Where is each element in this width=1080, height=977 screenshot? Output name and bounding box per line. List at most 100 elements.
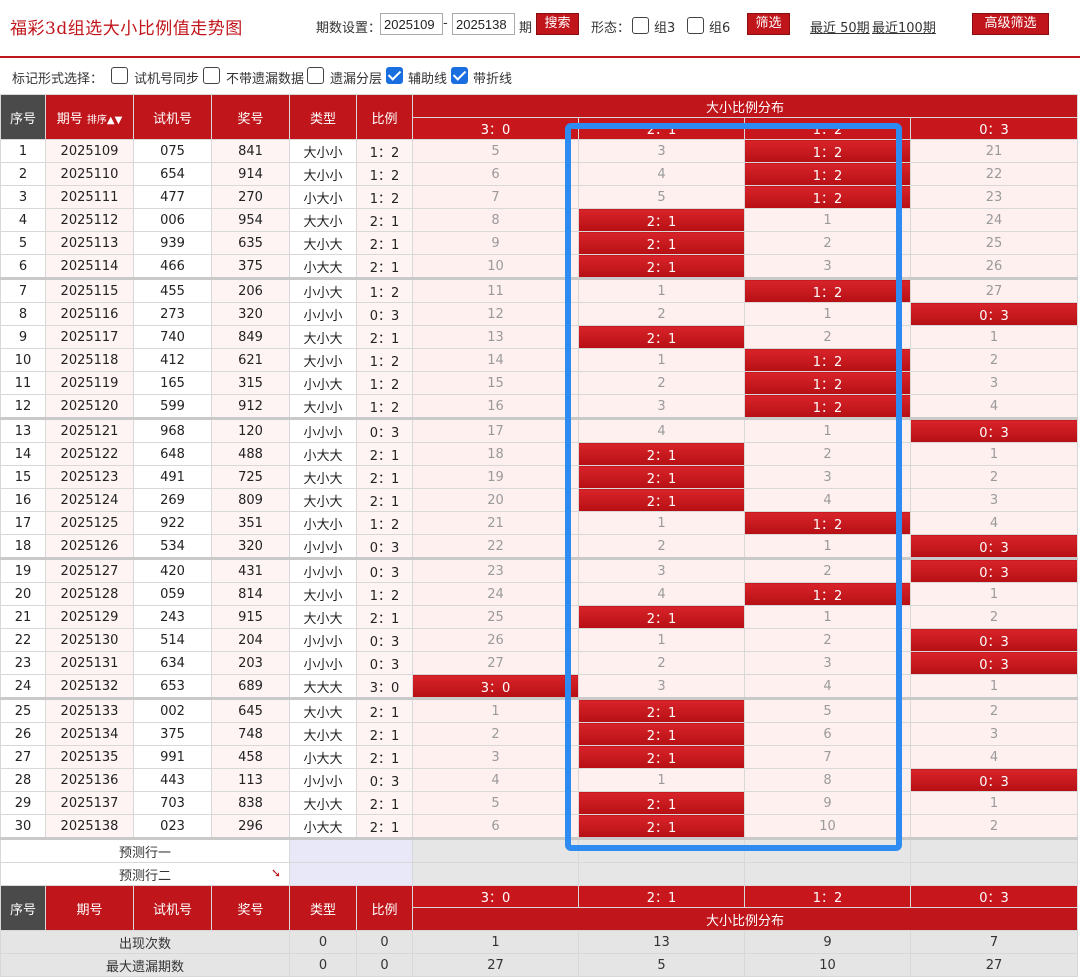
dist-miss-cell: 15 [412,371,579,395]
row-seq: 18 [0,534,46,559]
dist-miss-cell: 1 [578,768,745,792]
row-type: 大小大 [289,697,357,723]
predict-dist-cell[interactable] [412,862,579,886]
no-miss-data-checkbox[interactable] [203,67,220,84]
predict-row[interactable]: 预测行一 [0,837,1079,863]
miss-layer-checkbox[interactable] [307,67,324,84]
row-test-no: 653 [133,674,212,699]
table-row: 30 2025138 023 296 小大大 2：1 6 2：1 10 2 [0,814,1079,839]
predict-dist-cell[interactable] [412,837,579,863]
row-prize-no: 725 [211,465,290,489]
predict-dist-cell[interactable] [744,837,911,863]
row-prize-no: 315 [211,371,290,395]
row-seq: 14 [0,442,46,466]
predict-type-cell[interactable] [289,862,413,886]
predict-dist-cell[interactable] [578,837,745,863]
sort-arrows-icon[interactable]: 排序▲▼ [87,115,122,126]
row-prize-no: 431 [211,557,290,583]
row-test-no: 939 [133,231,212,255]
predict-dist-cell[interactable] [578,862,745,886]
dist-miss-cell: 3 [909,371,1079,395]
row-type: 大小大 [289,791,357,815]
dist-miss-cell: 2 [909,605,1079,629]
row-ratio: 0：3 [356,417,413,443]
stats-row: 最大遗漏期数 0 0 27 5 10 27 [0,953,1079,977]
predict-type-cell[interactable] [289,837,413,863]
row-test-no: 002 [133,697,212,723]
dist-miss-cell: 4 [909,511,1079,535]
row-seq: 26 [0,722,46,746]
dist-hit-cell: 0：3 [909,302,1079,326]
mark-options-label: 标记形式选择： [12,72,104,87]
dist-miss-cell: 11 [412,277,579,303]
period-start-input[interactable] [380,13,443,35]
row-period: 2025137 [45,791,134,815]
dist-hit-cell: 2：1 [578,254,745,279]
dist-miss-cell: 1 [412,697,579,723]
group6-checkbox[interactable] [687,17,704,34]
row-test-no: 654 [133,162,212,186]
row-prize-no: 635 [211,231,290,255]
stats-dist-cell: 5 [578,953,745,977]
predict-row-label: 预测行二 ➘ [0,862,290,886]
group3-checkbox[interactable] [632,17,649,34]
predict-row[interactable]: 预测行二 ➘ [0,862,1079,886]
row-seq: 20 [0,582,46,606]
recent-100-link[interactable]: 最近100期 [872,17,936,36]
period-end-input[interactable] [452,13,515,35]
stats-label: 最大遗漏期数 [0,953,290,977]
stats-dist-cell: 10 [744,953,911,977]
dist-miss-cell: 2 [578,371,745,395]
stats-dist-cell: 9 [744,930,911,954]
stats-dist-cell: 13 [578,930,745,954]
advanced-filter-button[interactable]: 高级筛选 [972,13,1049,35]
row-prize-no: 954 [211,208,290,232]
dist-miss-cell: 8 [744,768,911,792]
filter-button[interactable]: 筛选 [747,13,790,35]
search-button[interactable]: 搜索 [536,13,579,35]
arrow-down-icon[interactable]: ➘ [271,866,281,880]
row-seq: 9 [0,325,46,349]
dist-hit-cell: 0：3 [909,417,1079,443]
row-test-no: 599 [133,394,212,419]
row-seq: 11 [0,371,46,395]
row-prize-no: 113 [211,768,290,792]
dist-miss-cell: 3 [578,674,745,699]
dist-miss-cell: 3 [578,139,745,163]
no-miss-data-label: 不带遗漏数据 [226,72,305,87]
recent-50-link[interactable]: 最近 50期 [810,17,870,36]
test-sync-label: 试机号同步 [134,72,200,87]
row-seq: 4 [0,208,46,232]
dist-hit-cell: 2：1 [578,488,745,512]
row-prize-no: 270 [211,185,290,209]
row-test-no: 165 [133,371,212,395]
dist-miss-cell: 1 [744,417,911,443]
dist-miss-cell: 9 [744,791,911,815]
predict-dist-cell[interactable] [909,837,1079,863]
footer-dist-title: 大小比例分布 [411,907,1079,931]
predict-dist-cell[interactable] [744,862,911,886]
dist-miss-cell: 5 [744,697,911,723]
dist-miss-cell: 21 [412,511,579,535]
trend-table: 序号 期号 排序▲▼ 试机号 奖号 类型 比例 大小比例分布 3：0 2：1 1… [0,94,1079,977]
row-ratio: 2：1 [356,722,413,746]
header-seq: 序号 [0,94,46,140]
row-prize-no: 814 [211,582,290,606]
row-period: 2025123 [45,465,134,489]
dist-hit-cell: 2：1 [578,697,745,723]
row-period: 2025117 [45,325,134,349]
predict-dist-cell[interactable] [909,862,1079,886]
aux-line-checkbox[interactable] [386,67,403,84]
group3-label: 组3 [654,21,676,36]
test-sync-checkbox[interactable] [111,67,128,84]
row-ratio: 1：2 [356,394,413,419]
row-type: 小小小 [289,417,357,443]
row-seq: 7 [0,277,46,303]
dist-miss-cell: 10 [412,254,579,279]
row-seq: 22 [0,628,46,652]
row-period: 2025129 [45,605,134,629]
fold-line-checkbox[interactable] [451,67,468,84]
row-period: 2025112 [45,208,134,232]
header-period[interactable]: 期号 排序▲▼ [45,94,134,140]
dist-miss-cell: 23 [909,185,1079,209]
